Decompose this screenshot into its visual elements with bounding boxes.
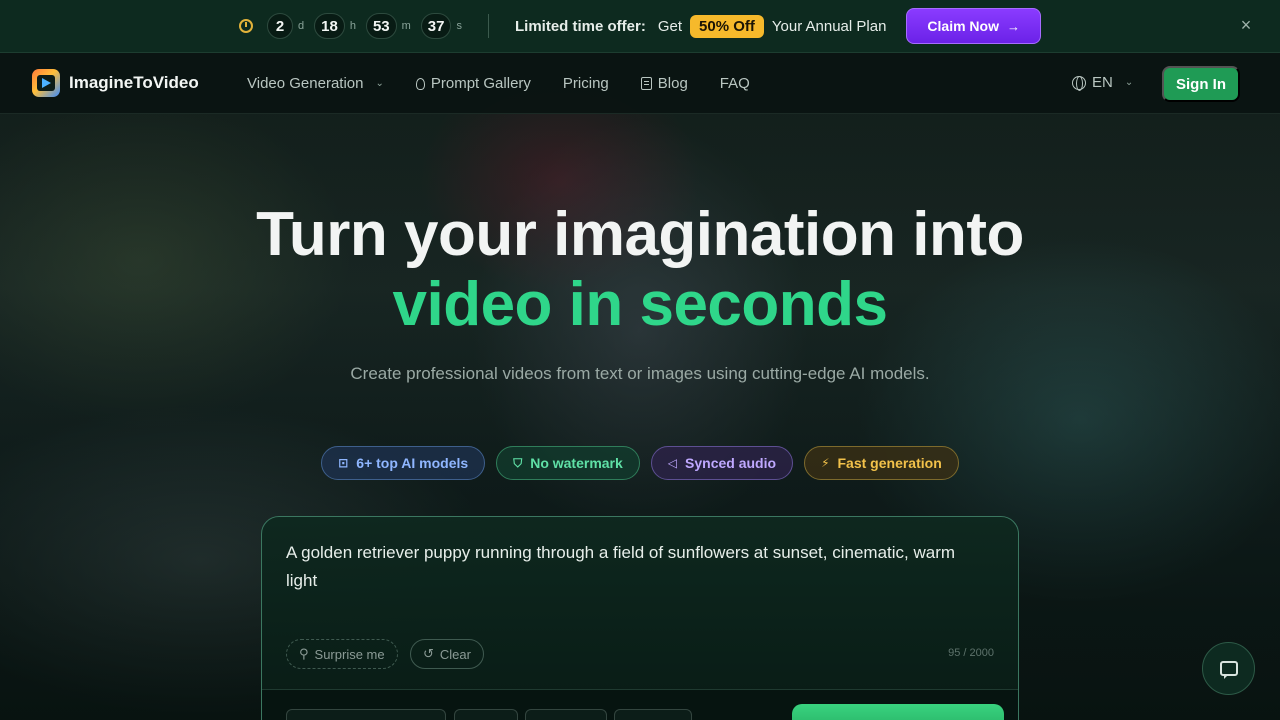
sign-in-button[interactable]: Sign In	[1162, 66, 1240, 102]
feature-audio-label: Synced audio	[685, 455, 777, 471]
feature-models-label: 6+ top AI models	[356, 455, 469, 471]
nav-faq[interactable]: FAQ	[720, 75, 750, 92]
promo-plan-text: Your Annual Plan	[771, 17, 887, 35]
clock-icon	[239, 19, 253, 33]
countdown-minutes-unit: m	[401, 20, 411, 32]
feature-pill-models: ⊡ 6+ top AI models	[321, 446, 486, 480]
logo-icon	[32, 69, 60, 97]
top-navigation: ImagineToVideo Video Generation ⌄ Prompt…	[0, 53, 1280, 114]
clear-label: Clear	[439, 646, 471, 662]
chevron-down-icon: ⌄	[1124, 77, 1134, 88]
promo-banner: 2 d 18 h 53 m 37 s Limited time offer: G…	[0, 0, 1280, 53]
globe-icon	[1072, 75, 1086, 91]
aspect-ratio-selector[interactable]	[454, 709, 518, 720]
countdown-days: 2	[267, 13, 293, 39]
countdown-seconds-unit: s	[456, 20, 462, 32]
countdown-days-unit: d	[298, 20, 305, 32]
lightning-icon: ⚡	[821, 456, 830, 470]
claim-now-button[interactable]: Claim Now →	[906, 8, 1041, 44]
resolution-selector[interactable]	[614, 709, 692, 720]
character-count: 95 / 2000	[948, 647, 994, 659]
nav-pricing[interactable]: Pricing	[563, 75, 609, 92]
nav-prompt-gallery-label: Prompt Gallery	[430, 75, 531, 92]
hero-subtitle: Create professional videos from text or …	[350, 364, 930, 383]
prompt-textarea[interactable]: A golden retriever puppy running through…	[286, 539, 986, 595]
promo-content: 2 d 18 h 53 m 37 s Limited time offer: G…	[239, 8, 1041, 44]
discount-badge: 50% Off	[690, 14, 764, 38]
lightbulb-icon	[415, 77, 425, 90]
duration-selector[interactable]	[525, 709, 607, 720]
robot-icon: ⊡	[338, 456, 349, 470]
countdown-minutes: 53	[365, 13, 397, 39]
surprise-me-button[interactable]: ⚲ Surprise me	[286, 639, 398, 669]
countdown-seconds: 37	[420, 13, 452, 39]
chat-support-button[interactable]	[1202, 642, 1255, 695]
model-selector[interactable]	[286, 709, 446, 720]
surprise-me-label: Surprise me	[314, 646, 385, 662]
refresh-icon: ↺	[423, 646, 434, 661]
promo-get-text: Get	[657, 17, 683, 35]
countdown-hours-unit: h	[349, 20, 356, 32]
link-icon: ⚲	[299, 646, 309, 661]
nav-blog[interactable]: Blog	[640, 75, 688, 92]
feature-pills: ⊡ 6+ top AI models ⛉ No watermark ◁ Sync…	[0, 446, 1280, 480]
nav-links: Video Generation ⌄ Prompt Gallery Pricin…	[247, 53, 750, 114]
chevron-down-icon: ⌄	[375, 78, 384, 89]
generate-button[interactable]	[792, 704, 1004, 720]
feature-watermark-label: No watermark	[530, 455, 623, 471]
nav-video-generation[interactable]: Video Generation ⌄	[247, 75, 384, 92]
feature-pill-fast: ⚡ Fast generation	[804, 446, 959, 480]
promo-divider	[487, 14, 489, 38]
hero-title-line1: Turn your imagination into	[256, 200, 1024, 269]
hero-title-line2: video in seconds	[392, 270, 888, 339]
brand-name: ImagineToVideo	[69, 73, 199, 92]
language-selector[interactable]: EN ⌄	[1072, 74, 1133, 91]
language-label: EN	[1092, 74, 1113, 91]
nav-video-generation-label: Video Generation	[247, 75, 364, 92]
prompt-options-bar	[262, 689, 1018, 720]
arrow-right-icon: →	[1007, 18, 1020, 34]
countdown-hours: 18	[314, 13, 345, 39]
close-icon[interactable]: ×	[1238, 16, 1254, 34]
feature-fast-label: Fast generation	[837, 455, 942, 471]
feature-pill-audio: ◁ Synced audio	[650, 446, 794, 480]
prompt-card: A golden retriever puppy running through…	[261, 516, 1019, 720]
hero-title: Turn your imagination into video in seco…	[0, 200, 1280, 340]
speaker-icon: ◁	[667, 456, 678, 470]
chat-icon	[1219, 661, 1238, 679]
feature-pill-watermark: ⛉ No watermark	[496, 446, 640, 480]
document-icon	[640, 77, 652, 90]
nav-blog-label: Blog	[657, 75, 688, 92]
claim-now-label: Claim Now	[927, 18, 999, 34]
brand-logo-link[interactable]: ImagineToVideo	[32, 69, 199, 97]
shield-check-icon: ⛉	[513, 455, 523, 470]
nav-prompt-gallery[interactable]: Prompt Gallery	[415, 75, 531, 92]
promo-offer-label: Limited time offer:	[514, 17, 646, 35]
clear-button[interactable]: ↺ Clear	[410, 639, 484, 669]
